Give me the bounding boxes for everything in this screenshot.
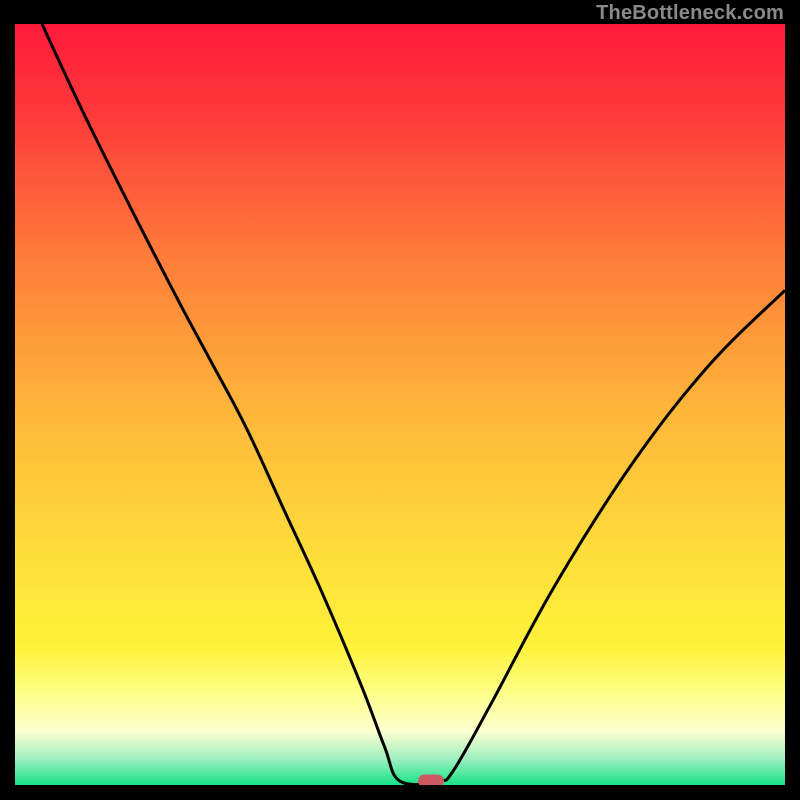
watermark-text: TheBottleneck.com	[596, 2, 784, 25]
chart-frame: TheBottleneck.com	[0, 0, 800, 800]
optimal-marker	[418, 775, 444, 785]
plot-area	[15, 24, 785, 785]
gradient-background	[15, 24, 785, 785]
